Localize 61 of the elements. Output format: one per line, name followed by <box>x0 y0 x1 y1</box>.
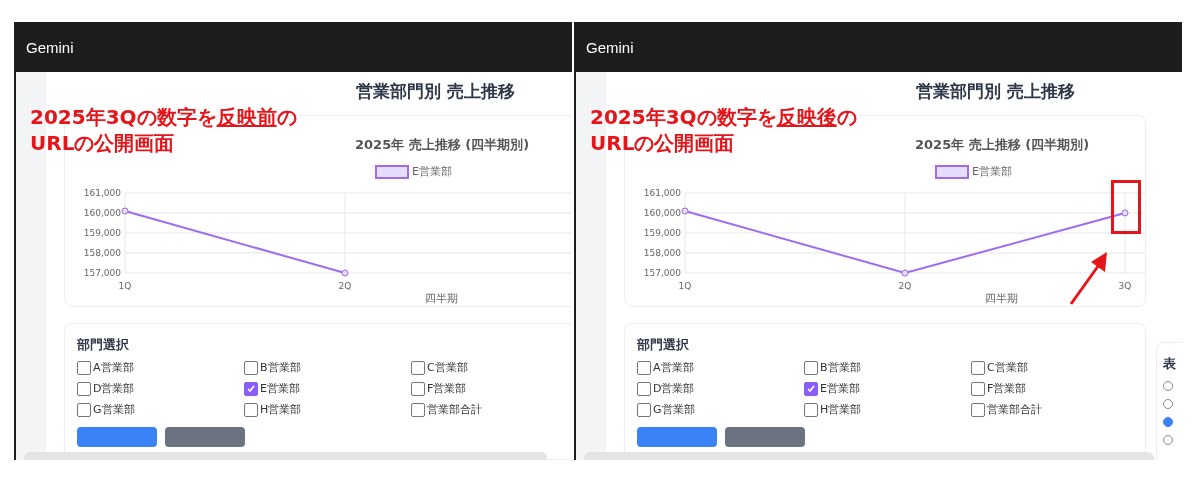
department-checkbox[interactable]: C営業部 <box>971 360 1121 375</box>
x-tick-label: 2Q <box>898 281 912 291</box>
x-tick-label: 2Q <box>338 281 352 291</box>
department-checkbox[interactable]: G営業部 <box>637 402 804 417</box>
data-point <box>121 207 129 215</box>
department-checkbox[interactable]: B営業部 <box>244 360 411 375</box>
chart-title: 2025年 売上推移 (四半期別) <box>915 136 1091 154</box>
section-title: 表 <box>1163 355 1177 373</box>
radio-button[interactable] <box>1163 399 1173 409</box>
y-tick-label: 161,000 <box>83 188 121 198</box>
department-checkbox[interactable]: D営業部 <box>77 381 244 396</box>
x-tick-label: 1Q <box>118 281 132 291</box>
department-checkbox[interactable]: F営業部 <box>971 381 1121 396</box>
legend-swatch <box>935 164 969 179</box>
department-checkbox[interactable]: H営業部 <box>804 402 971 417</box>
data-point <box>901 269 909 277</box>
department-checkbox[interactable]: 営業部合計 <box>411 402 561 417</box>
section-title: 部門選択 <box>637 336 690 354</box>
x-axis-title: 四半期 <box>985 291 1019 306</box>
y-tick-label: 161,000 <box>643 188 681 198</box>
data-point <box>341 269 349 277</box>
radio-button[interactable] <box>1163 417 1173 427</box>
department-checkbox[interactable]: E営業部 <box>804 381 971 396</box>
department-checkbox[interactable]: F営業部 <box>411 381 561 396</box>
data-point <box>1121 209 1129 217</box>
page-title: 営業部門別 売上推移 <box>916 80 1075 103</box>
y-tick-label: 158,000 <box>643 248 681 258</box>
department-checkbox[interactable]: E営業部 <box>244 381 411 396</box>
y-tick-label: 157,000 <box>83 268 121 278</box>
department-checkbox[interactable]: 営業部合計 <box>971 402 1121 417</box>
page-title: 営業部門別 売上推移 <box>356 80 515 103</box>
radio-button[interactable] <box>1163 435 1173 445</box>
y-tick-label: 160,000 <box>643 208 681 218</box>
y-tick-label: 157,000 <box>643 268 681 278</box>
department-checkbox[interactable]: H営業部 <box>244 402 411 417</box>
check-icon <box>806 383 816 394</box>
app-title: Gemini <box>585 37 635 58</box>
app-title: Gemini <box>25 37 75 58</box>
radio-button[interactable] <box>1163 381 1173 391</box>
y-tick-label: 159,000 <box>643 228 681 238</box>
data-point <box>681 207 689 215</box>
section-title: 部門選択 <box>77 336 130 354</box>
department-checkbox[interactable]: D営業部 <box>637 381 804 396</box>
department-checkbox[interactable]: C営業部 <box>411 360 561 375</box>
y-tick-label: 160,000 <box>83 208 121 218</box>
annotation-text: 2025年3Qの数字を反映後の URLの公開画面 <box>590 104 857 156</box>
x-axis-title: 四半期 <box>425 291 459 306</box>
department-checkbox[interactable]: A営業部 <box>77 360 244 375</box>
x-tick-label: 1Q <box>678 281 692 291</box>
check-icon <box>246 383 256 394</box>
annotation-text: 2025年3Qの数字を反映前の URLの公開画面 <box>30 104 297 156</box>
y-tick-label: 159,000 <box>83 228 121 238</box>
department-checkbox[interactable]: G営業部 <box>77 402 244 417</box>
legend-swatch <box>375 164 409 179</box>
chart-title: 2025年 売上推移 (四半期別) <box>355 136 531 154</box>
x-tick-label: 3Q <box>1118 281 1132 291</box>
y-tick-label: 158,000 <box>83 248 121 258</box>
legend-label: E営業部 <box>412 164 452 179</box>
department-checkbox[interactable]: A営業部 <box>637 360 804 375</box>
department-checkbox[interactable]: B営業部 <box>804 360 971 375</box>
legend-label: E営業部 <box>972 164 1012 179</box>
